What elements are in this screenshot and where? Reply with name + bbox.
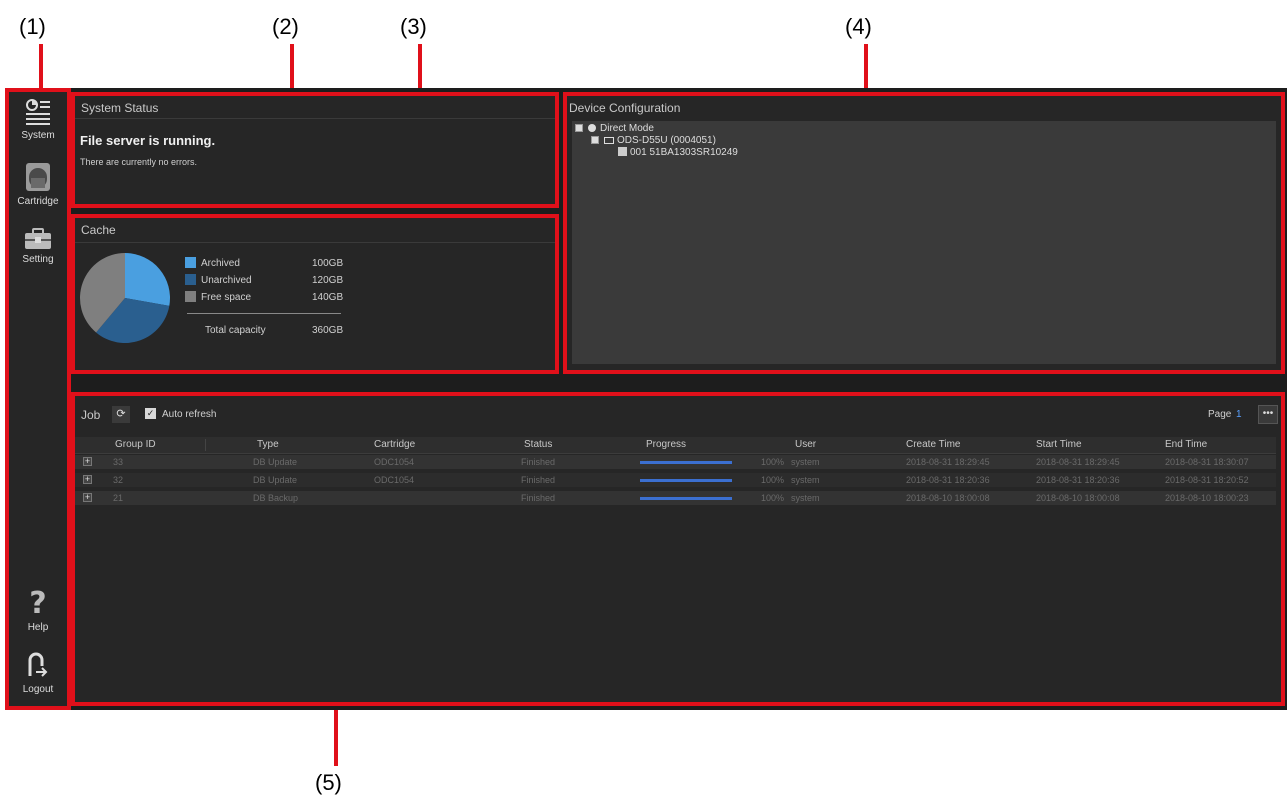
callout-2: (2) [272,14,299,39]
callout-line-4 [864,44,868,92]
callout-3: (3) [400,14,427,39]
callout-box-3 [71,214,559,374]
callout-line-2 [290,44,294,92]
callout-line-1 [39,44,43,92]
callout-4: (4) [845,14,872,39]
callout-5: (5) [315,770,342,795]
callout-box-4 [563,92,1285,374]
callout-box-1 [5,88,71,710]
callout-box-5 [71,392,1285,706]
callout-line-5 [334,708,338,766]
callout-1: (1) [19,14,46,39]
callout-box-2 [71,92,559,208]
